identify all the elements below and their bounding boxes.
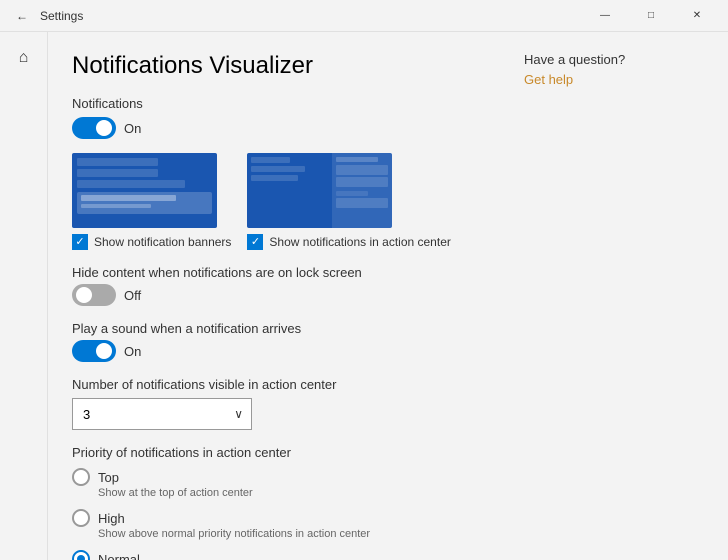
radio-high-desc: Show above normal priority notifications…: [98, 528, 484, 540]
radio-high-label: High: [98, 511, 125, 526]
preview-row: ✓ Show notification banners: [72, 153, 484, 250]
preview-action-center: ✓ Show notifications in action center: [247, 153, 450, 250]
radio-row-normal: Normal: [72, 550, 484, 560]
sound-toggle-row: On: [72, 340, 484, 362]
preview-action-center-image: [247, 153, 392, 228]
dropdown-arrow-icon: ∨: [234, 407, 243, 421]
home-icon[interactable]: ⌂: [6, 40, 42, 76]
radio-high[interactable]: [72, 509, 90, 527]
notifications-toggle[interactable]: [72, 117, 116, 139]
priority-radio-group: Top Show at the top of action center Hig…: [72, 468, 484, 560]
sound-label: Play a sound when a notification arrives: [72, 320, 484, 336]
radio-top-label: Top: [98, 470, 119, 485]
ac-bar: [251, 157, 290, 163]
minimize-button[interactable]: —: [582, 0, 628, 32]
window-controls: — □ ✕: [582, 0, 720, 32]
sim-card-bar: [81, 195, 176, 201]
sim-bar: [77, 158, 158, 166]
radio-top-desc: Show at the top of action center: [98, 487, 484, 499]
priority-label: Priority of notifications in action cent…: [72, 444, 484, 460]
notif-sim-1: [72, 153, 217, 219]
notifications-toggle-row: On: [72, 117, 484, 139]
radio-top[interactable]: [72, 468, 90, 486]
radio-normal[interactable]: [72, 550, 90, 560]
sim-bar: [77, 180, 185, 188]
ac-item: [336, 198, 388, 208]
ac-item: [336, 177, 388, 187]
toggle-knob: [76, 287, 92, 303]
sim-bar: [77, 169, 158, 177]
ac-item: [336, 165, 388, 175]
radio-row-high: High: [72, 509, 484, 527]
help-question: Have a question?: [524, 52, 712, 67]
radio-item-high: High Show above normal priority notifica…: [72, 509, 484, 540]
get-help-link[interactable]: Get help: [524, 72, 573, 87]
checkbox-banners[interactable]: ✓: [72, 234, 88, 250]
check-icon: ✓: [75, 237, 84, 248]
dropdown-value: 3: [83, 407, 90, 422]
titlebar: ← Settings — □ ✕: [0, 0, 728, 32]
ac-bar: [251, 175, 297, 181]
ac-panel-bar: [336, 157, 378, 162]
checkbox-banners-label: Show notification banners: [94, 235, 231, 249]
ac-left: [247, 153, 332, 228]
sidebar: ⌂: [0, 32, 48, 560]
preview-banners-image: [72, 153, 217, 228]
close-button[interactable]: ✕: [674, 0, 720, 32]
sound-toggle[interactable]: [72, 340, 116, 362]
notifications-toggle-label: On: [124, 121, 141, 136]
sound-toggle-label: On: [124, 344, 141, 359]
radio-dot: [77, 555, 85, 560]
toggle-knob: [96, 120, 112, 136]
ac-bar: [251, 166, 305, 172]
sim-card-bar: [81, 204, 151, 208]
preview-banners: ✓ Show notification banners: [72, 153, 231, 250]
checkbox-action-center-label: Show notifications in action center: [269, 235, 450, 249]
checkbox-action-center[interactable]: ✓: [247, 234, 263, 250]
sim-card: [77, 192, 212, 214]
action-center-count-label: Number of notifications visible in actio…: [72, 376, 484, 392]
main-content: Notifications Visualizer Notifications O…: [48, 32, 508, 560]
ac-right-panel: [332, 153, 392, 228]
action-center-count-dropdown: 3 ∨: [72, 398, 484, 430]
lock-screen-toggle-label: Off: [124, 288, 141, 303]
radio-normal-label: Normal: [98, 552, 140, 560]
notifications-section-label: Notifications: [72, 96, 484, 111]
maximize-button[interactable]: □: [628, 0, 674, 32]
dropdown-box[interactable]: 3 ∨: [72, 398, 252, 430]
app-container: ⌂ Notifications Visualizer Notifications…: [0, 32, 728, 560]
checkbox-row-action-center: ✓ Show notifications in action center: [247, 234, 450, 250]
radio-row-top: Top: [72, 468, 484, 486]
lock-screen-label: Hide content when notifications are on l…: [72, 264, 484, 280]
checkbox-row-banners: ✓ Show notification banners: [72, 234, 231, 250]
ac-panel-bar: [336, 191, 367, 196]
lock-screen-toggle[interactable]: [72, 284, 116, 306]
lock-screen-toggle-row: Off: [72, 284, 484, 306]
radio-item-top: Top Show at the top of action center: [72, 468, 484, 499]
back-button[interactable]: ←: [8, 2, 36, 30]
toggle-knob: [96, 343, 112, 359]
window-title: Settings: [40, 9, 83, 23]
right-panel: Have a question? Get help: [508, 32, 728, 560]
radio-item-normal: Normal Show below high priority notifica…: [72, 550, 484, 560]
page-title: Notifications Visualizer: [72, 52, 484, 80]
check-icon: ✓: [251, 237, 260, 248]
ac-layout: [247, 153, 392, 228]
